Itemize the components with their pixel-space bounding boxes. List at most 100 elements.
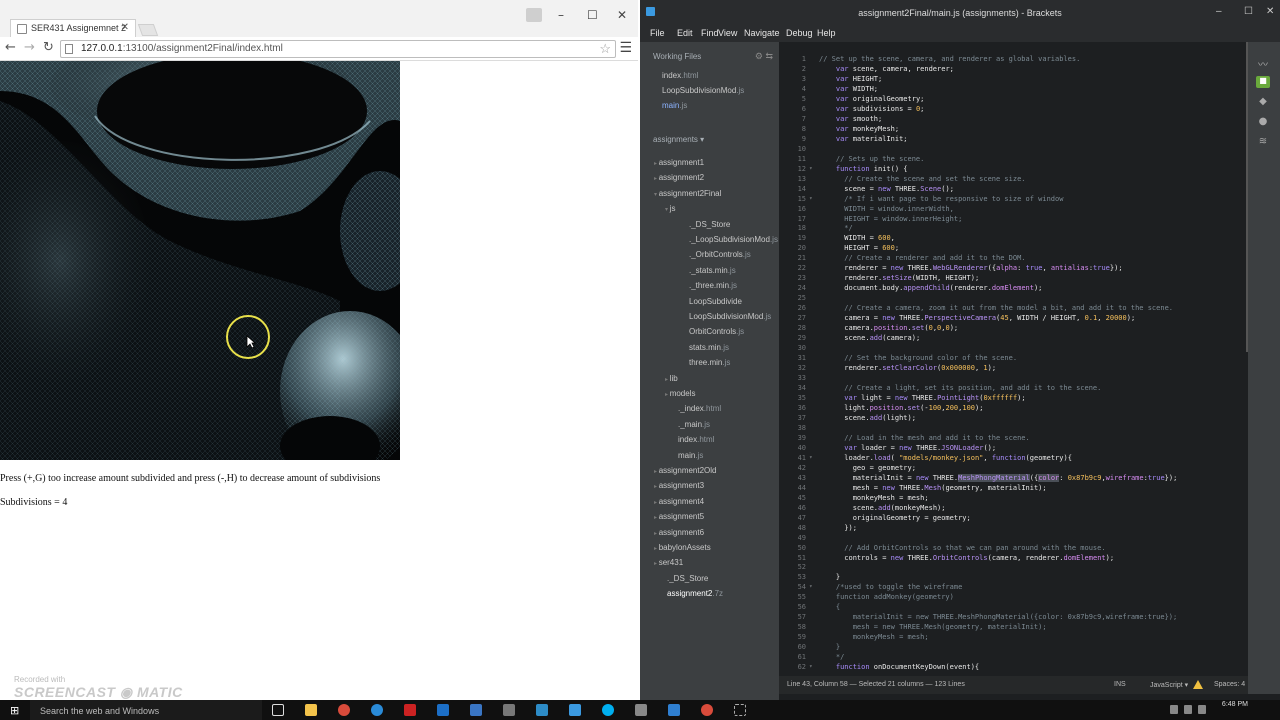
git-icon[interactable]: ◆ bbox=[1256, 96, 1270, 108]
close-window-icon[interactable]: ✕ bbox=[1266, 6, 1274, 17]
windows-start-icon[interactable]: ⊞ bbox=[10, 704, 19, 717]
code-line[interactable]: 51 controls = new THREE.OrbitControls(ca… bbox=[779, 553, 1248, 563]
code-line[interactable]: 18 */ bbox=[779, 223, 1248, 233]
code-line[interactable]: 3 var HEIGHT; bbox=[779, 74, 1248, 84]
code-line[interactable]: 25 bbox=[779, 293, 1248, 303]
forward-icon[interactable]: → bbox=[24, 40, 35, 55]
brackets-taskbar-icon[interactable] bbox=[569, 704, 581, 716]
skype-icon[interactable] bbox=[602, 704, 614, 716]
tree-file[interactable]: three.min.js bbox=[689, 358, 730, 367]
code-line[interactable]: 41 ▾ loader.load( "models/monkey.json", f… bbox=[779, 453, 1248, 463]
code-line[interactable]: 17 HEIGHT = window.innerHeight; bbox=[779, 214, 1248, 224]
tree-folder[interactable]: ▸ assignment6 bbox=[654, 528, 704, 537]
code-line[interactable]: 38 bbox=[779, 423, 1248, 433]
code-line[interactable]: 4 var WIDTH; bbox=[779, 84, 1248, 94]
code-line[interactable]: 58 mesh = new THREE.Mesh(geometry, mater… bbox=[779, 622, 1248, 632]
code-line[interactable]: 32 renderer.setClearColor(0x000000, 1); bbox=[779, 363, 1248, 373]
code-line[interactable]: 61 */ bbox=[779, 652, 1248, 662]
tree-folder[interactable]: ▸ lib bbox=[665, 374, 678, 383]
code-line[interactable]: 15 ▾ /* If i want page to be responsive t… bbox=[779, 194, 1248, 204]
code-line[interactable]: 44 mesh = new THREE.Mesh(geometry, mater… bbox=[779, 483, 1248, 493]
chrome-running-icon[interactable] bbox=[701, 704, 713, 716]
back-icon[interactable]: ← bbox=[5, 40, 16, 55]
brackets-extension-icon[interactable]: ● bbox=[1256, 116, 1270, 128]
tree-file[interactable]: assignment2.7z bbox=[667, 589, 723, 598]
code-line[interactable]: 13 // Create the scene and set the scene… bbox=[779, 174, 1248, 184]
code-line[interactable]: 50 // Add OrbitControls so that we can p… bbox=[779, 543, 1248, 553]
code-line[interactable]: 62 ▾ function onDocumentKeyDown(event){ bbox=[779, 662, 1248, 672]
app-icon-2[interactable] bbox=[635, 704, 647, 716]
code-line[interactable]: 6 var subdivisions = 0; bbox=[779, 104, 1248, 114]
tree-file[interactable]: index.html bbox=[678, 435, 714, 444]
tree-file[interactable]: ._index.html bbox=[678, 404, 721, 413]
tree-file[interactable]: OrbitControls.js bbox=[689, 327, 744, 336]
fold-toggle-icon[interactable]: ▾ bbox=[809, 582, 813, 592]
menu-navigate[interactable]: Navigate bbox=[744, 28, 780, 38]
code-editor[interactable]: 1 // Set up the scene, camera, and render… bbox=[779, 42, 1248, 676]
tree-file[interactable]: ._DS_Store bbox=[667, 574, 708, 583]
tree-folder[interactable]: ▾ js bbox=[665, 204, 675, 213]
tree-folder[interactable]: ▸ assignment2 bbox=[654, 173, 704, 182]
code-line[interactable]: 23 renderer.setSize(WIDTH, HEIGHT); bbox=[779, 273, 1248, 283]
edge-icon[interactable] bbox=[437, 704, 449, 716]
code-line[interactable]: 10 bbox=[779, 144, 1248, 154]
fold-toggle-icon[interactable]: ▾ bbox=[809, 662, 813, 672]
close-tab-icon[interactable]: ✕ bbox=[121, 22, 129, 33]
menu-file[interactable]: File bbox=[650, 28, 665, 38]
code-line[interactable]: 54 ▾ /*used to toggle the wireframe bbox=[779, 582, 1248, 592]
code-line[interactable]: 16 WIDTH = window.innerWidth, bbox=[779, 204, 1248, 214]
tree-file[interactable]: stats.min.js bbox=[689, 343, 729, 352]
code-line[interactable]: 27 camera = new THREE.PerspectiveCamera(… bbox=[779, 313, 1248, 323]
code-line[interactable]: 14 scene = new THREE.Scene(); bbox=[779, 184, 1248, 194]
taskbar-search[interactable]: Search the web and Windows bbox=[30, 700, 262, 720]
code-line[interactable]: 33 bbox=[779, 373, 1248, 383]
code-line[interactable]: 9 var materialInit; bbox=[779, 134, 1248, 144]
code-line[interactable]: 53 } bbox=[779, 572, 1248, 582]
code-line[interactable]: 26 // Create a camera, zoom it out from … bbox=[779, 303, 1248, 313]
tree-folder[interactable]: ▾ assignment2Final bbox=[654, 189, 721, 198]
tree-folder[interactable]: ▸ models bbox=[665, 389, 695, 398]
menu-edit[interactable]: Edit bbox=[677, 28, 693, 38]
working-file-item[interactable]: index.html bbox=[662, 71, 698, 80]
opera-icon[interactable] bbox=[404, 704, 416, 716]
code-line[interactable]: 31 // Set the background color of the sc… bbox=[779, 353, 1248, 363]
code-line[interactable]: 57 materialInit = new THREE.MeshPhongMat… bbox=[779, 612, 1248, 622]
minimize-icon[interactable]: – bbox=[1216, 6, 1222, 17]
code-line[interactable]: 39 // Load in the mesh and add it to the… bbox=[779, 433, 1248, 443]
code-line[interactable]: 60 } bbox=[779, 642, 1248, 652]
address-bar[interactable]: 127.0.0.1:13100/assignment2Final/index.h… bbox=[60, 40, 616, 58]
chrome-icon[interactable] bbox=[338, 704, 350, 716]
minimize-icon[interactable]: – bbox=[558, 8, 564, 22]
code-line[interactable]: 22 renderer = new THREE.WebGLRenderer({a… bbox=[779, 263, 1248, 273]
tree-file[interactable]: ._DS_Store bbox=[689, 220, 730, 229]
code-line[interactable]: 40 var loader = new THREE.JSONLoader(); bbox=[779, 443, 1248, 453]
code-line[interactable]: 49 bbox=[779, 533, 1248, 543]
tree-file[interactable]: ._main.js bbox=[678, 420, 710, 429]
code-line[interactable]: 21 // Create a renderer and add it to th… bbox=[779, 253, 1248, 263]
reload-icon[interactable]: ↻ bbox=[43, 40, 54, 55]
tree-file[interactable]: LoopSubdivide bbox=[689, 297, 742, 306]
project-dropdown[interactable]: assignments ▾ bbox=[653, 135, 704, 144]
code-line[interactable]: 36 light.position.set(-100,200,100); bbox=[779, 403, 1248, 413]
code-line[interactable]: 12 ▾ function init() { bbox=[779, 164, 1248, 174]
tree-folder[interactable]: ▸ assignment5 bbox=[654, 512, 704, 521]
maximize-icon[interactable]: ☐ bbox=[1244, 6, 1253, 17]
extension-manager-icon[interactable]: ■ bbox=[1256, 76, 1270, 88]
live-preview-icon[interactable]: 〰 bbox=[1256, 56, 1270, 71]
browser-tab[interactable]: SER431 Assignemnet 2 ✕ bbox=[10, 19, 136, 37]
tree-file[interactable]: LoopSubdivisionMod.js bbox=[689, 312, 771, 321]
code-line[interactable]: 59 monkeyMesh = mesh; bbox=[779, 632, 1248, 642]
working-files-options-icon[interactable]: ⚙ ⇆ bbox=[755, 51, 773, 62]
layers-icon[interactable]: ≋ bbox=[1256, 136, 1270, 148]
snipping-icon[interactable] bbox=[734, 704, 746, 716]
tree-file[interactable]: ._stats.min.js bbox=[689, 266, 736, 275]
store-icon[interactable] bbox=[470, 704, 482, 716]
code-line[interactable]: 35 var light = new THREE.PointLight(0xff… bbox=[779, 393, 1248, 403]
tree-folder[interactable]: ▸ ser431 bbox=[654, 558, 683, 567]
firefox-icon[interactable] bbox=[371, 704, 383, 716]
insert-mode[interactable]: INS bbox=[1114, 681, 1126, 688]
new-tab-button[interactable] bbox=[137, 24, 159, 36]
bookmark-star-icon[interactable]: ☆ bbox=[599, 41, 611, 57]
tree-file[interactable]: ._LoopSubdivisionMod.js bbox=[689, 235, 778, 244]
tree-folder[interactable]: ▸ babylonAssets bbox=[654, 543, 711, 552]
